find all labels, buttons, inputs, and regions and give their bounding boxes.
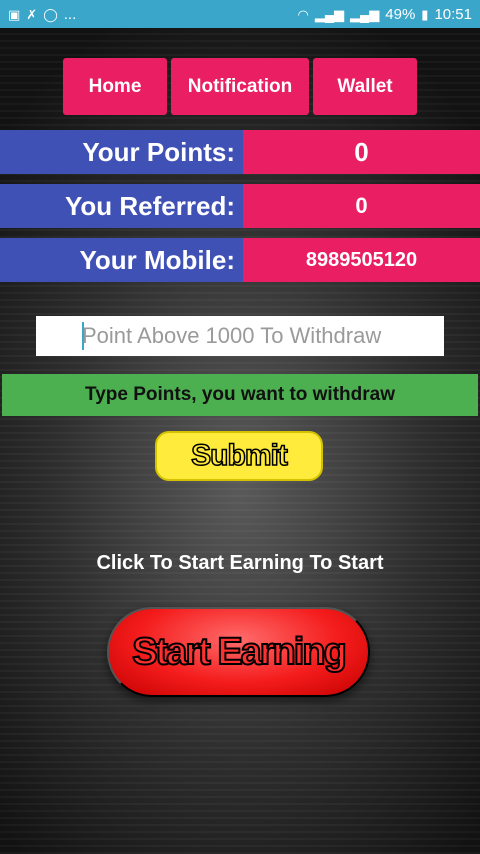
mobile-label: Your Mobile: <box>0 238 243 282</box>
status-bar-left: ▣ ✗ ◯ ... <box>8 6 76 23</box>
earning-caption: Click To Start Earning To Start <box>96 552 384 574</box>
mobile-value: 8989505120 <box>243 238 480 282</box>
wifi-icon: ◠ <box>297 6 309 22</box>
battery-percent: 49% <box>385 5 416 23</box>
referred-label: You Referred: <box>0 184 243 228</box>
referred-value: 0 <box>243 184 480 228</box>
signal-icon-2: ▂▄▆ <box>350 6 380 22</box>
referred-row: You Referred: 0 <box>0 184 480 228</box>
submit-button[interactable]: Submit <box>155 431 323 481</box>
mobile-row: Your Mobile: 8989505120 <box>0 238 480 282</box>
missed-call-icon: ✗ <box>26 6 38 22</box>
notification-button[interactable]: Notification <box>171 58 309 115</box>
points-label: Your Points: <box>0 130 243 174</box>
clock: 10:51 <box>434 5 472 23</box>
top-nav: Home Notification Wallet <box>63 58 417 115</box>
status-ellipsis: ... <box>63 5 77 23</box>
battery-icon: ▮ <box>421 6 429 22</box>
wallet-button[interactable]: Wallet <box>313 58 417 115</box>
points-value: 0 <box>243 130 480 174</box>
start-earning-button[interactable]: Start Earning <box>107 607 370 697</box>
signal-icon: ▂▄▆ <box>314 6 345 22</box>
points-row: Your Points: 0 <box>0 130 480 174</box>
status-bar-right: ◠ ▂▄▆ ▂▄▆ 49% ▮ 10:51 <box>297 6 472 23</box>
whatsapp-icon: ◯ <box>43 6 58 22</box>
withdraw-hint: Type Points, you want to withdraw <box>2 374 478 416</box>
image-icon: ▣ <box>8 6 21 22</box>
home-button[interactable]: Home <box>63 58 167 115</box>
status-bar: ▣ ✗ ◯ ... ◠ ▂▄▆ ▂▄▆ 49% ▮ 10:51 <box>0 0 480 28</box>
text-cursor <box>82 322 84 350</box>
withdraw-points-input[interactable] <box>36 316 444 356</box>
